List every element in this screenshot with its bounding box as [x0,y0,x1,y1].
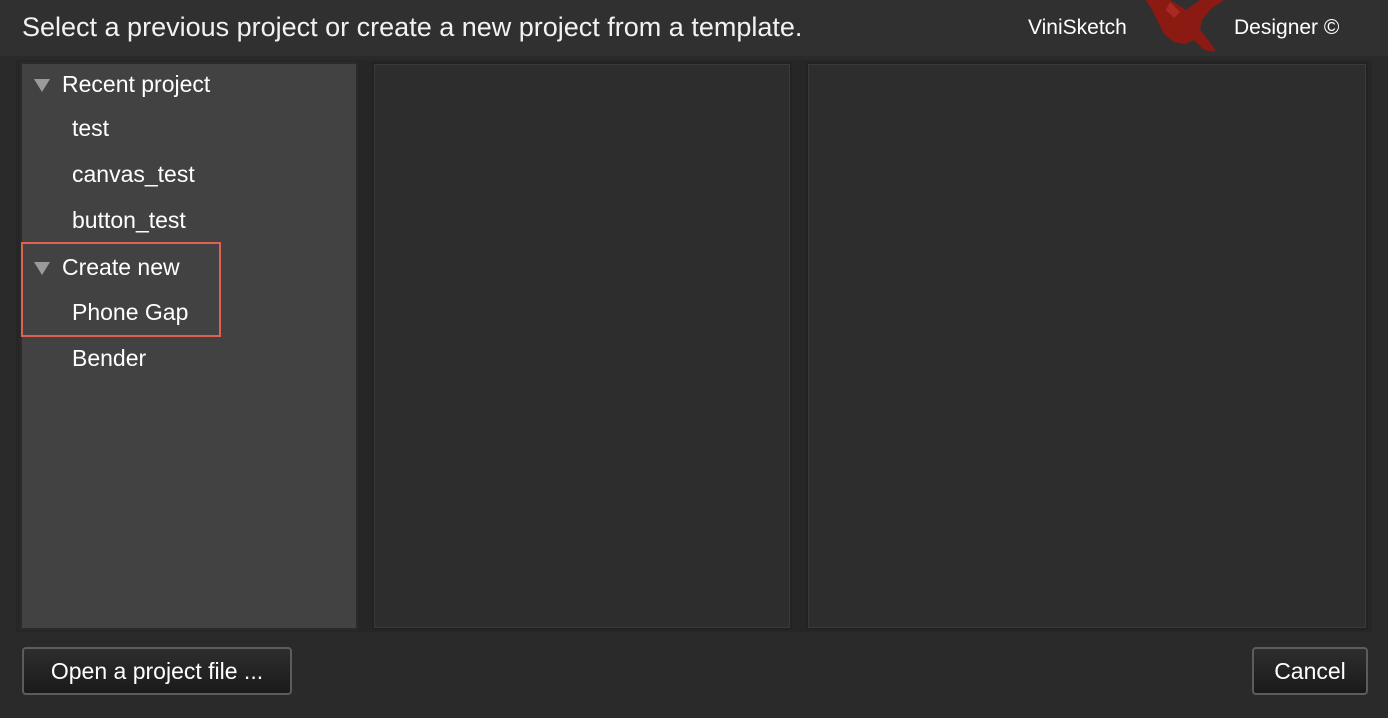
create-new-label: Create new [62,253,180,280]
cancel-button[interactable]: Cancel [1252,647,1368,695]
template-item-phone-gap[interactable]: Phone Gap [72,297,188,327]
recent-project-label: Recent project [62,70,211,97]
bird-logo-icon [1146,0,1224,52]
create-new-header[interactable]: Create new [34,252,180,282]
dialog-header: Select a previous project or create a ne… [0,0,1388,56]
recent-project-header[interactable]: Recent project [34,69,210,99]
disclosure-triangle-icon[interactable] [34,261,50,275]
project-dialog: Select a previous project or create a ne… [0,0,1388,718]
recent-item-test[interactable]: test [72,113,109,143]
dialog-title: Select a previous project or create a ne… [22,12,803,42]
description-panel [806,62,1368,630]
brand-name: ViniSketch [1028,16,1127,39]
template-item-bender[interactable]: Bender [72,343,146,373]
recent-item-canvas-test[interactable]: canvas_test [72,159,195,189]
disclosure-triangle-icon[interactable] [34,78,50,92]
recent-item-button-test[interactable]: button_test [72,205,186,235]
project-tree [20,62,358,630]
brand-suffix: Designer © [1234,16,1340,39]
preview-panel [372,62,792,630]
open-project-file-button[interactable]: Open a project file ... [22,647,292,695]
